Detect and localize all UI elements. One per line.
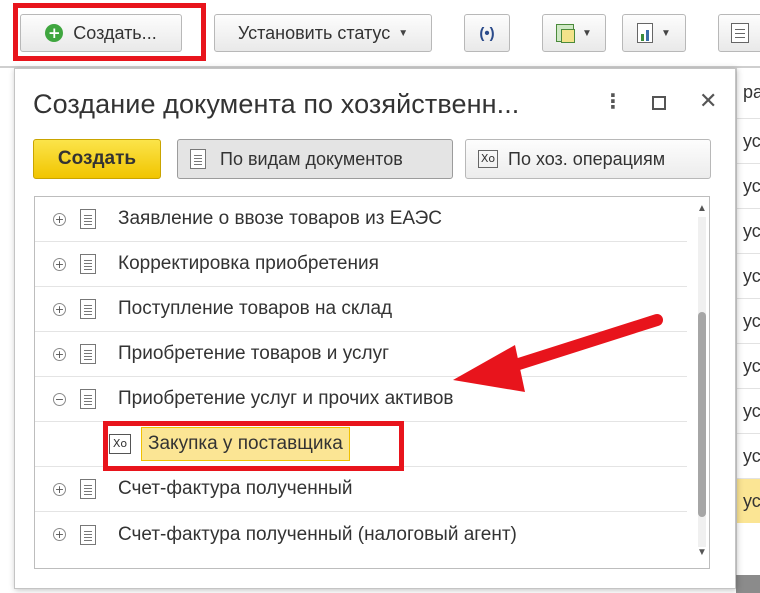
expand-icon[interactable]: + [53,212,66,226]
background-list-header: ра [743,82,760,102]
collapse-icon[interactable]: − [53,392,66,406]
scroll-down-icon[interactable]: ▼ [697,547,707,558]
close-icon[interactable]: ✕ [699,88,717,114]
expand-icon[interactable]: + [53,528,66,541]
document-icon [80,209,96,229]
background-list-cell[interactable]: ус [737,388,760,433]
scrollbar-thumb[interactable] [698,312,706,517]
background-list: ра ус ус ус ус ус ус ус ус ус [736,68,760,593]
background-list-cell-selected[interactable]: ус [737,478,760,523]
expand-icon[interactable]: + [53,482,66,496]
background-list-cell[interactable]: ус [737,343,760,388]
copy-create-button[interactable]: ▼ [542,14,606,52]
broadcast-button[interactable]: (•) [464,14,510,52]
chevron-down-icon: ▼ [582,27,592,39]
mode-by-operations-button[interactable]: Xo По хоз. операциям [465,139,711,179]
broadcast-icon: (•) [479,24,495,42]
expand-icon[interactable]: + [53,257,66,271]
background-list-cell[interactable]: ус [737,298,760,343]
expand-icon[interactable]: + [53,302,66,316]
tree-row[interactable]: + Приобретение товаров и услуг [35,332,687,377]
create-document-dialog: Создание документа по хозяйственн... ⋮ ✕… [14,68,736,589]
copy-create-icon [556,24,576,43]
expand-icon[interactable]: + [53,347,66,361]
dialog-title: Создание документа по хозяйственн... [33,89,520,119]
scroll-up-icon[interactable]: ▲ [697,203,707,214]
document-icon [80,524,96,545]
mode-by-document-types-button[interactable]: По видам документов [177,139,453,179]
tree-row-label: Приобретение услуг и прочих активов [118,388,454,409]
tree-row-label: Приобретение товаров и услуг [118,343,390,364]
document-icon [80,479,96,499]
set-status-button[interactable]: Установить статус ▼ [214,14,432,52]
background-scrollbar[interactable] [736,575,760,593]
tree-row-label: Корректировка приобретения [118,253,379,274]
tree-scrollbar[interactable]: ▲ ▼ [695,197,709,568]
tree-row-label: Счет-фактура полученный [118,478,353,499]
background-list-cell[interactable]: ус [737,208,760,253]
tree-row-label: Поступление товаров на склад [118,298,393,319]
report-button[interactable]: ▼ [622,14,686,52]
background-list-cell[interactable]: ус [737,118,760,163]
print-icon [731,23,749,43]
operation-icon: Xo [478,150,498,168]
document-icon [80,389,96,409]
mode-by-document-types-label: По видам документов [220,148,403,169]
background-list-cell[interactable]: ус [737,163,760,208]
document-icon [190,149,206,169]
report-icon [637,23,654,43]
screen: + Создать... Установить статус ▼ (•) ▼ ▼… [0,0,760,593]
print-button[interactable] [718,14,760,52]
create-button-highlight [13,3,206,61]
tree-row-label: Заявление о ввозе товаров из ЕАЭС [118,208,443,229]
chevron-down-icon: ▼ [661,27,671,39]
maximize-icon[interactable] [652,96,666,110]
tree-row-label: Счет-фактура полученный (налоговый агент… [118,523,517,545]
document-icon [80,344,96,364]
set-status-label: Установить статус [237,22,391,43]
chevron-down-icon: ▼ [398,27,409,39]
dialog-create-label: Создать [57,148,137,169]
document-icon [80,299,96,319]
mode-by-operations-label: По хоз. операциям [508,148,666,169]
tree-row[interactable]: + Заявление о ввозе товаров из ЕАЭС [35,197,687,242]
tree-row[interactable]: + Счет-фактура полученный [35,467,687,512]
background-list-cell[interactable]: ус [737,433,760,478]
selected-item-highlight [103,421,404,471]
tree-row-expanded[interactable]: − Приобретение услуг и прочих активов [35,377,687,422]
tree-row[interactable]: + Счет-фактура полученный (налоговый аге… [35,512,687,557]
tree-row[interactable]: + Корректировка приобретения [35,242,687,287]
dialog-create-button[interactable]: Создать [33,139,161,179]
document-icon [80,254,96,274]
tree-row[interactable]: + Поступление товаров на склад [35,287,687,332]
more-options-icon[interactable]: ⋮ [603,89,623,114]
document-tree: + Заявление о ввозе товаров из ЕАЭС + Ко… [34,196,710,569]
background-list-cell[interactable]: ус [737,253,760,298]
